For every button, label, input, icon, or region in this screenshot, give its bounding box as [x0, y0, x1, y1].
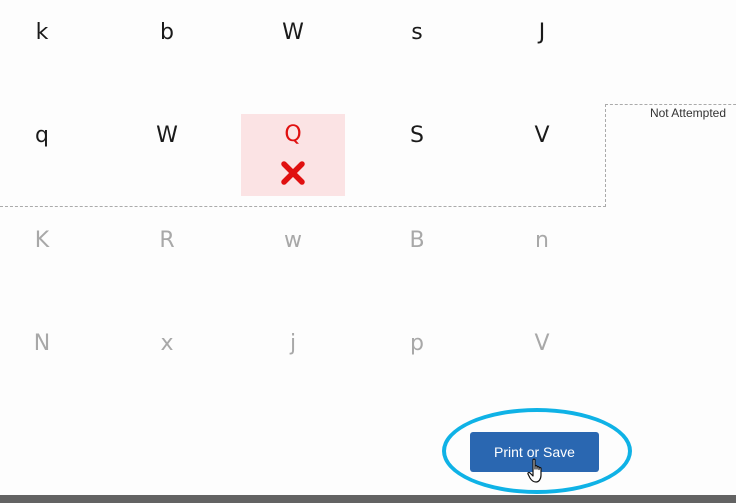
not-attempted-label: Not Attempted — [649, 106, 726, 120]
letter-cell: x — [160, 331, 174, 356]
letter-cell: B — [409, 228, 425, 253]
attempted-boundary — [0, 206, 606, 207]
letter-cell: S — [410, 123, 424, 148]
incorrect-x-icon — [281, 161, 305, 185]
letter-cell: N — [33, 331, 51, 356]
hand-cursor-icon — [527, 458, 542, 483]
letter-cell: V — [534, 331, 550, 356]
letter-cell: w — [284, 228, 302, 253]
letter-cell: j — [289, 331, 297, 356]
letter-cell: q — [35, 123, 49, 148]
letter-cell: W — [282, 20, 304, 45]
letter-cell: s — [411, 20, 423, 45]
letter-cell: n — [535, 228, 549, 253]
letter-cell: b — [160, 20, 174, 45]
bottom-bar — [0, 495, 736, 503]
letter-cell: J — [538, 20, 546, 45]
letter-cell: V — [534, 123, 550, 148]
letter-cell: R — [159, 228, 175, 253]
letter-cell-incorrect: Q — [284, 122, 302, 147]
letter-cell: W — [156, 123, 178, 148]
letter-cell: k — [35, 20, 49, 45]
letter-cell: K — [34, 228, 50, 253]
letter-cell: p — [410, 331, 424, 356]
